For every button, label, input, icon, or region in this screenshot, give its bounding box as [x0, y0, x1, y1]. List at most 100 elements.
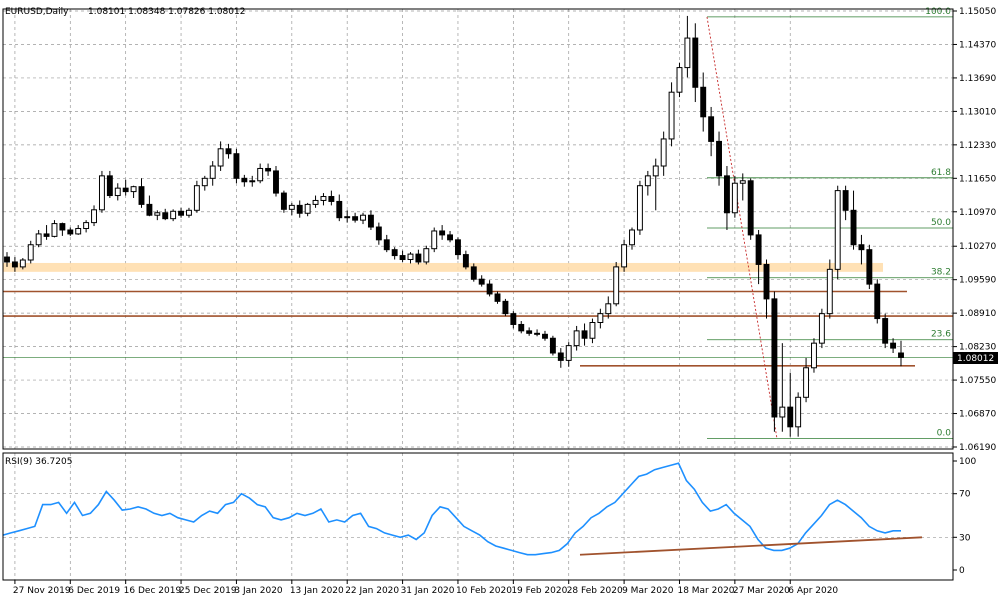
candle-body-bull — [597, 313, 604, 323]
chart-canvas[interactable]: 100.0 61.8 50.0 38.2 23.6 0.0 1.15050 1.14370 1… — [0, 0, 1000, 600]
x-tick-label: 16 Dec 2019 — [124, 586, 182, 596]
rsi-line — [2, 462, 901, 556]
candle — [644, 170, 651, 196]
candle — [803, 357, 810, 403]
candle — [874, 279, 881, 324]
candle-body-bear — [336, 200, 343, 219]
candle-body-bull — [257, 167, 264, 182]
candle-body-bear — [890, 342, 897, 349]
fib-level-label: 50.0 — [931, 218, 951, 228]
candle — [684, 15, 691, 78]
y-tick-label: 1.15050 — [959, 7, 996, 17]
candle-body-bull — [360, 214, 366, 221]
candle-body-bear — [273, 170, 279, 194]
candle-body-bull — [652, 165, 659, 177]
candle — [597, 308, 604, 329]
candle — [882, 313, 889, 349]
candle-body-bear — [866, 249, 873, 285]
candle-body-bull — [91, 209, 97, 224]
candle-body-bull — [312, 199, 319, 205]
candle-body-bull — [818, 313, 825, 344]
candle-body-bear — [106, 175, 113, 197]
y-tick-label: 1.14370 — [959, 40, 996, 50]
candle — [43, 225, 50, 240]
candle-body-bear — [233, 153, 240, 179]
candle-body-bear — [700, 86, 707, 118]
candle-body-bear — [842, 190, 849, 211]
candle-body-bear — [716, 140, 722, 177]
candle-body-bear — [178, 210, 185, 216]
chart-container[interactable]: 100.0 61.8 50.0 38.2 23.6 0.0 1.15050 1.14370 1… — [0, 0, 1000, 600]
candle — [858, 234, 865, 265]
candle — [439, 225, 446, 240]
candle — [890, 338, 897, 354]
x-tick-label: 22 Jan 2020 — [345, 586, 399, 596]
candle — [811, 338, 817, 373]
candle-body-bear — [265, 167, 272, 172]
candle-body-bull — [431, 230, 438, 250]
candle-body-bear — [462, 254, 469, 268]
candle-body-bear — [692, 37, 699, 88]
candle — [193, 180, 200, 213]
candle — [779, 343, 786, 432]
x-tick-label: 19 Feb 2020 — [511, 586, 567, 596]
candle-body-bear — [11, 261, 18, 268]
candle-body-bear — [518, 323, 525, 332]
candle-body-bear — [67, 229, 74, 235]
x-tick-label: 27 Mar 2020 — [733, 586, 790, 596]
candle — [249, 175, 256, 187]
y-tick-label: 1.09590 — [959, 276, 996, 286]
current-price-label: 1.08012 — [957, 354, 994, 364]
candle-body-bull — [320, 196, 327, 201]
x-tick-label: 13 Jan 2020 — [290, 586, 344, 596]
candle-body-bear — [455, 239, 461, 256]
rsi-label: RSI(9) 36.7205 — [5, 457, 72, 467]
candle-body-bear — [470, 266, 477, 280]
candle — [257, 163, 264, 184]
candle — [526, 327, 533, 336]
candle — [130, 185, 137, 198]
candle-body-bear — [494, 293, 501, 302]
x-tick-label: 27 Nov 2019 — [13, 586, 71, 596]
candle-body-bear — [486, 283, 493, 295]
candle-body-bear — [146, 203, 153, 216]
candle — [201, 175, 208, 191]
candle — [447, 230, 453, 243]
candle — [407, 252, 414, 264]
rsi-y-tick-label: 30 — [959, 533, 971, 543]
candle-body-bear — [755, 234, 762, 265]
candle-body-bear — [439, 230, 446, 236]
candle — [312, 195, 319, 208]
candle-body-bear — [534, 332, 541, 335]
candle — [320, 193, 327, 206]
candle-body-bear — [874, 283, 881, 320]
rsi-frame — [2, 452, 954, 581]
candle — [866, 244, 873, 290]
candle-body-bull — [573, 330, 580, 347]
candle-body-bull — [565, 345, 572, 361]
candle-body-bear — [549, 337, 556, 354]
candle — [304, 202, 311, 217]
candle-body-bull — [217, 148, 224, 167]
candle-body-bull — [803, 367, 810, 398]
candle — [265, 163, 272, 176]
candle — [83, 220, 90, 233]
candle-body-bear — [526, 330, 533, 334]
y-tick-label: 1.11650 — [959, 174, 996, 184]
candle-body-bear — [296, 204, 303, 214]
candle-body-bull — [35, 233, 42, 246]
y-tick-label: 1.08230 — [959, 343, 996, 353]
y-tick-label: 1.13690 — [959, 74, 996, 84]
candle-body-bull — [407, 253, 414, 261]
candle-body-bull — [130, 186, 137, 193]
candle-body-bear — [708, 116, 715, 142]
candle-body-bear — [787, 406, 794, 428]
candle — [225, 143, 232, 159]
candle-body-bear — [4, 256, 10, 263]
candle — [708, 106, 715, 157]
candle-body-bull — [423, 248, 430, 263]
fib-level-label: 38.2 — [931, 268, 951, 278]
candle-body-bear — [391, 249, 398, 257]
candle — [273, 166, 279, 197]
rsi-panel — [2, 462, 923, 556]
